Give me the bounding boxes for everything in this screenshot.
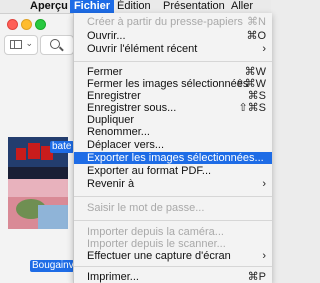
menu-edition[interactable]: Édition xyxy=(117,0,151,13)
menu-aller[interactable]: Aller xyxy=(231,0,253,13)
menu-item-close[interactable]: Fermer ⌘W xyxy=(74,66,272,78)
menu-fichier[interactable]: Fichier xyxy=(70,0,114,13)
apple-menu-icon[interactable] xyxy=(4,0,18,13)
menu-item-new-from-clipboard: Créer à partir du presse-papiers ⌘N xyxy=(87,16,266,28)
chevron-down-icon: ⌄ xyxy=(25,38,33,48)
thumbnail-image[interactable] xyxy=(8,179,68,229)
magnifier-icon xyxy=(50,39,60,49)
menu-item-move-to[interactable]: Déplacer vers... xyxy=(74,139,272,151)
menu-item-open[interactable]: Ouvrir... ⌘O xyxy=(74,30,272,42)
file-menu-dropdown: Créer à partir du presse-papiers ⌘N Ouvr… xyxy=(73,13,272,283)
menu-bar: Aperçu Fichier Édition Présentation Alle… xyxy=(0,0,271,14)
menu-item-save[interactable]: Enregistrer ⌘S xyxy=(74,90,272,102)
garden-photo xyxy=(8,179,68,229)
menu-item-print[interactable]: Imprimer... ⌘P xyxy=(74,271,272,283)
menu-item-export-pdf[interactable]: Exporter au format PDF... xyxy=(74,165,272,177)
chevron-right-icon: › xyxy=(262,178,266,190)
menu-separator xyxy=(74,266,272,267)
menu-separator xyxy=(74,196,272,197)
menu-separator xyxy=(74,220,272,221)
chevron-right-icon: › xyxy=(262,250,266,262)
menu-item-import-scanner: Importer depuis le scanner... xyxy=(87,238,226,250)
menu-item-open-recent[interactable]: Ouvrir l'élément récent › xyxy=(74,43,272,55)
minimize-window-button[interactable] xyxy=(21,19,32,30)
menu-item-save-as[interactable]: Enregistrer sous... ⇧⌘S xyxy=(74,102,272,114)
sidebar-toggle-button[interactable]: ⌄ xyxy=(4,35,38,55)
menu-item-duplicate[interactable]: Dupliquer xyxy=(74,114,272,126)
thumbnail-label[interactable]: Bougainv xyxy=(30,260,74,272)
menu-presentation[interactable]: Présentation xyxy=(163,0,225,13)
app-menu[interactable]: Aperçu xyxy=(30,0,68,13)
menu-item-import-camera: Importer depuis la caméra... xyxy=(87,226,224,238)
menu-item-enter-password: Saisir le mot de passe... xyxy=(87,202,205,214)
menu-item-revert-to[interactable]: Revenir à › xyxy=(74,178,272,190)
menu-separator xyxy=(74,61,272,62)
chevron-right-icon: › xyxy=(262,43,266,55)
preview-window: ⌄ bate Bougainv xyxy=(0,14,74,283)
sidebar-icon xyxy=(10,40,22,49)
close-window-button[interactable] xyxy=(7,19,18,30)
menu-item-export-selected[interactable]: Exporter les images sélectionnées... xyxy=(74,152,272,164)
menu-item-take-screenshot[interactable]: Effectuer une capture d'écran › xyxy=(74,250,272,262)
menu-item-rename[interactable]: Renommer... xyxy=(74,126,272,138)
zoom-window-button[interactable] xyxy=(35,19,46,30)
menu-item-close-selected[interactable]: Fermer les images sélectionnées ⇧⌘W xyxy=(74,78,272,90)
thumbnail-label[interactable]: bate xyxy=(50,141,74,153)
zoom-button[interactable] xyxy=(40,35,74,55)
